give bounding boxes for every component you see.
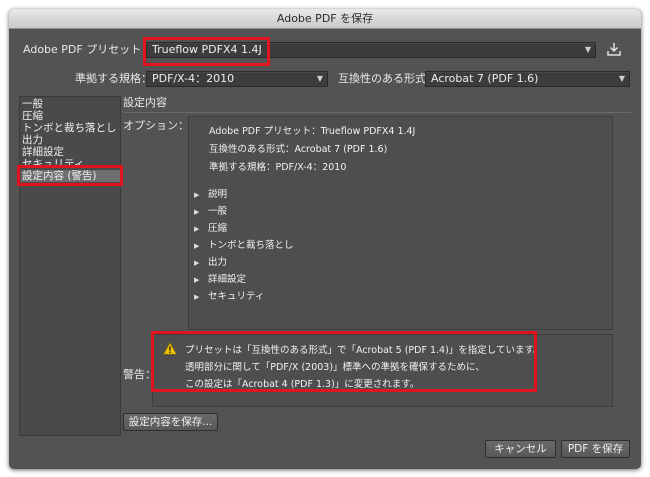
warning-highlight xyxy=(151,331,537,392)
compat-dropdown[interactable]: Acrobat 7 (PDF 1.6) ▼ xyxy=(425,71,630,87)
compat-value: Acrobat 7 (PDF 1.6) xyxy=(431,72,539,85)
summary-item-highlight xyxy=(17,165,123,186)
expand-triangle-icon[interactable]: ▶ xyxy=(194,259,208,267)
chevron-down-icon: ▼ xyxy=(618,74,625,83)
section-divider xyxy=(123,112,631,113)
tree-item-marks-bleeds[interactable]: ▶ トンボと裁ち落とし xyxy=(194,237,294,251)
chevron-down-icon: ▼ xyxy=(316,74,323,83)
sidebar-item-advanced[interactable]: 詳細設定 xyxy=(22,146,64,158)
save-preset-icon[interactable] xyxy=(606,41,622,57)
sidebar-item-general[interactable]: 一般 xyxy=(22,98,43,110)
tree-item-general[interactable]: ▶ 一般 xyxy=(194,203,227,217)
tree-item-output[interactable]: ▶ 出力 xyxy=(194,254,227,268)
save-pdf-dialog: Adobe PDF を保存 Adobe PDF プリセット： Trueflow … xyxy=(9,9,641,469)
settings-sidebar: 一般 圧縮 トンボと裁ち落とし 出力 詳細設定 セキュリティ 設定内容 (警告) xyxy=(19,96,121,436)
expand-triangle-icon[interactable]: ▶ xyxy=(194,191,208,199)
preset-highlight xyxy=(143,37,270,66)
standard-value: PDF/X-4：2010 xyxy=(152,72,235,85)
standard-label: 準拠する規格： xyxy=(75,72,152,85)
tree-item-advanced[interactable]: ▶ 詳細設定 xyxy=(194,271,246,285)
compat-label: 互換性のある形式： xyxy=(338,72,437,85)
tree-item-security[interactable]: ▶ セキュリティ xyxy=(194,288,264,302)
preset-label: Adobe PDF プリセット： xyxy=(23,43,153,56)
cancel-button[interactable]: キャンセル xyxy=(485,440,556,458)
window-title: Adobe PDF を保存 xyxy=(9,9,641,29)
expand-triangle-icon[interactable]: ▶ xyxy=(194,208,208,216)
chevron-down-icon: ▼ xyxy=(584,45,591,54)
sidebar-item-marks-bleeds[interactable]: トンボと裁ち落とし xyxy=(22,122,117,134)
section-title: 設定内容 xyxy=(123,96,167,109)
options-panel[interactable]: Adobe PDF プリセット：Trueflow PDFX4 1.4J 互換性の… xyxy=(188,116,613,330)
tree-item-description[interactable]: ▶ 説明 xyxy=(194,186,227,200)
standard-dropdown[interactable]: PDF/X-4：2010 ▼ xyxy=(146,71,328,87)
expand-triangle-icon[interactable]: ▶ xyxy=(194,293,208,301)
sidebar-item-output[interactable]: 出力 xyxy=(22,134,43,146)
expand-triangle-icon[interactable]: ▶ xyxy=(194,242,208,250)
sidebar-item-compression[interactable]: 圧縮 xyxy=(22,110,43,122)
summary-preset: Adobe PDF プリセット：Trueflow PDFX4 1.4J xyxy=(209,126,416,137)
summary-standard: 準拠する規格：PDF/X-4：2010 xyxy=(209,162,347,173)
save-pdf-button[interactable]: PDF を保存 xyxy=(561,440,630,458)
expand-triangle-icon[interactable]: ▶ xyxy=(194,276,208,284)
options-label: オプション： xyxy=(123,119,189,132)
expand-triangle-icon[interactable]: ▶ xyxy=(194,225,208,233)
save-summary-button[interactable]: 設定内容を保存... xyxy=(123,413,218,431)
summary-compat: 互換性のある形式：Acrobat 7 (PDF 1.6) xyxy=(209,144,388,155)
tree-item-compression[interactable]: ▶ 圧縮 xyxy=(194,220,227,234)
